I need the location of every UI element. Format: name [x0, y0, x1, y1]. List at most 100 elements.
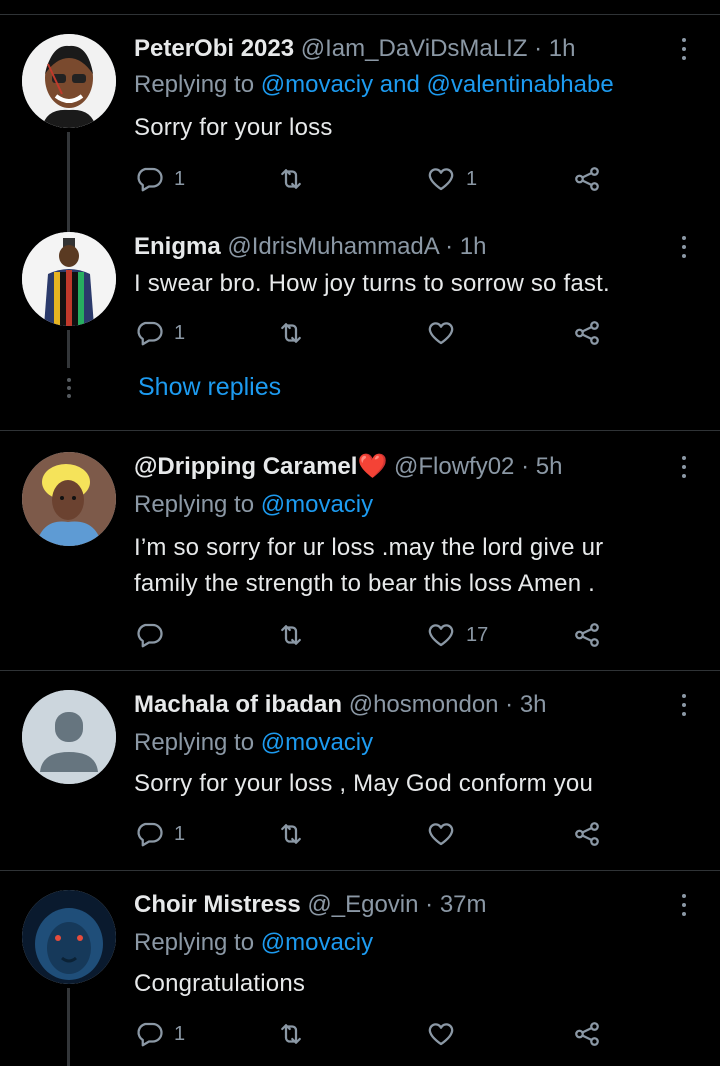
replying-mention[interactable]: @movaciy: [261, 929, 373, 956]
tweet-header: Machala of ibadan @hosmondon · 3h: [134, 690, 660, 720]
more-icon[interactable]: [674, 38, 694, 64]
like-icon: [428, 322, 454, 345]
share-button[interactable]: [572, 618, 602, 652]
replying-mention[interactable]: @movaciy: [261, 491, 373, 518]
tweet-text: Congratulations: [134, 970, 306, 997]
replying-to: Replying to @movaciy: [134, 928, 373, 958]
tweet-actions: 1: [134, 1017, 614, 1051]
retweet-button[interactable]: [276, 162, 316, 196]
more-icon[interactable]: [674, 694, 694, 720]
like-count: 1: [466, 167, 478, 190]
like-icon: [428, 1023, 454, 1046]
reply-count: 1: [174, 822, 186, 845]
replying-prefix: Replying to: [134, 71, 261, 98]
retweet-button[interactable]: [276, 817, 316, 851]
more-icon[interactable]: [674, 894, 694, 920]
avatar[interactable]: [22, 690, 116, 784]
reply-icon: [137, 1022, 163, 1047]
reply-icon: [137, 167, 163, 192]
display-name[interactable]: @Dripping Caramel❤️: [134, 453, 387, 480]
reply-count: 1: [174, 321, 186, 344]
replying-to: Replying to @movaciy: [134, 490, 373, 520]
reply-button[interactable]: 1: [134, 817, 185, 851]
more-icon[interactable]: [674, 236, 694, 262]
tweet-text: I’m so sorry for ur loss .may the lord g…: [134, 530, 700, 602]
tweet-peterobi[interactable]: PeterObi 2023 @Iam_DaViDsMaLIZ · 1h Repl…: [0, 34, 720, 232]
tweet-header: Enigma @IdrisMuhammadA · 1h: [134, 232, 660, 262]
display-name[interactable]: PeterObi 2023: [134, 35, 294, 62]
like-button[interactable]: 1: [426, 162, 477, 196]
tweet-text: Sorry for your loss: [134, 114, 333, 141]
display-name[interactable]: Choir Mistress: [134, 891, 301, 918]
share-icon: [575, 1022, 599, 1046]
reply-button[interactable]: 1: [134, 316, 185, 350]
avatar-image: [22, 232, 116, 326]
tweet-actions: 17: [134, 618, 614, 652]
reply-icon: [137, 822, 163, 847]
avatar-image: [22, 34, 116, 128]
tweet-actions: 1: [134, 316, 614, 350]
avatar[interactable]: [22, 34, 116, 128]
share-icon: [575, 822, 599, 846]
reply-icon: [137, 623, 163, 648]
share-button[interactable]: [572, 1017, 602, 1051]
share-button[interactable]: [572, 162, 602, 196]
tweet-enigma[interactable]: Enigma @IdrisMuhammadA · 1h I swear bro.…: [0, 232, 720, 382]
tweet-dripping-caramel[interactable]: @Dripping Caramel❤️ @Flowfy02 · 5h Reply…: [0, 452, 720, 652]
thread-ellipsis-icon: [66, 378, 72, 402]
show-replies-link[interactable]: Show replies: [138, 373, 281, 402]
like-icon: [428, 823, 454, 846]
thread-line: [67, 988, 70, 1066]
retweet-icon: [281, 169, 301, 189]
tweet-actions: 1: [134, 817, 614, 851]
display-name[interactable]: Enigma: [134, 233, 221, 260]
like-button[interactable]: [426, 1017, 466, 1051]
reply-thread: PeterObi 2023 @Iam_DaViDsMaLIZ · 1h Repl…: [0, 0, 720, 1066]
tweet-text-line: I’m so sorry for ur loss .may the lord g…: [134, 534, 604, 561]
share-icon: [575, 167, 599, 191]
replying-mention[interactable]: @movaciy and @valentinabhabe: [261, 71, 614, 98]
tweet-header: Choir Mistress @_Egovin · 37m: [134, 890, 660, 920]
like-button[interactable]: [426, 817, 466, 851]
handle-time: @IdrisMuhammadA · 1h: [227, 233, 487, 260]
tweet-choir-mistress[interactable]: Choir Mistress @_Egovin · 37m Replying t…: [0, 890, 720, 1066]
reply-button[interactable]: 1: [134, 162, 185, 196]
like-count: 17: [466, 623, 489, 646]
handle-time: @_Egovin · 37m: [307, 891, 487, 918]
like-button[interactable]: [426, 316, 466, 350]
handle-time: @Flowfy02 · 5h: [394, 453, 563, 480]
divider: [0, 430, 720, 431]
avatar[interactable]: [22, 232, 116, 326]
retweet-icon: [281, 1024, 301, 1044]
retweet-button[interactable]: [276, 316, 316, 350]
display-name[interactable]: Machala of ibadan: [134, 691, 342, 718]
replying-mention[interactable]: @movaciy: [261, 729, 373, 756]
thread-line: [67, 132, 70, 232]
avatar[interactable]: [22, 452, 116, 546]
tweet-text: Sorry for your loss , May God conform yo…: [134, 770, 594, 797]
handle-time: @Iam_DaViDsMaLIZ · 1h: [300, 35, 576, 62]
avatar-image: [22, 452, 116, 546]
avatar-image: [22, 890, 116, 984]
share-icon: [575, 623, 599, 647]
share-icon: [575, 321, 599, 345]
replying-to: Replying to @movaciy and @valentinabhabe: [134, 70, 614, 100]
thread-line: [67, 330, 70, 368]
replying-prefix: Replying to: [134, 929, 261, 956]
reply-button[interactable]: [134, 618, 174, 652]
like-button[interactable]: 17: [426, 618, 488, 652]
share-button[interactable]: [572, 817, 602, 851]
more-icon[interactable]: [674, 456, 694, 482]
tweet-text: I swear bro. How joy turns to sorrow so …: [134, 270, 610, 297]
avatar[interactable]: [22, 890, 116, 984]
retweet-button[interactable]: [276, 1017, 316, 1051]
share-button[interactable]: [572, 316, 602, 350]
tweet-actions: 1 1: [134, 162, 614, 196]
retweet-button[interactable]: [276, 618, 316, 652]
replying-prefix: Replying to: [134, 729, 261, 756]
retweet-icon: [281, 625, 301, 645]
replying-to: Replying to @movaciy: [134, 728, 373, 758]
retweet-icon: [281, 323, 301, 343]
tweet-machala[interactable]: Machala of ibadan @hosmondon · 3h Replyi…: [0, 690, 720, 850]
reply-button[interactable]: 1: [134, 1017, 185, 1051]
